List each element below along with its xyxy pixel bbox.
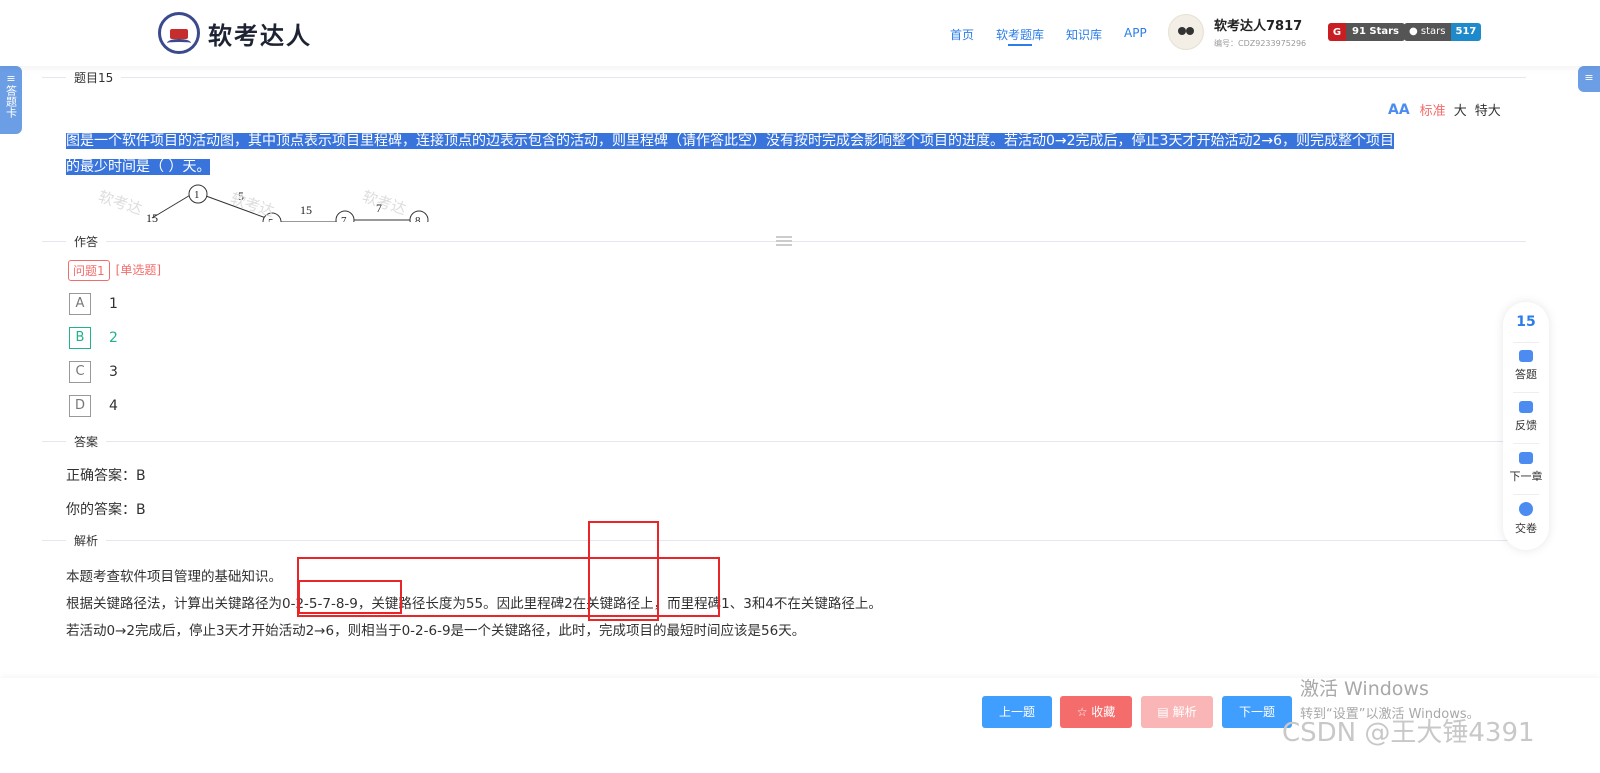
nav-knowledge[interactable]: 知识库 [1066, 26, 1102, 43]
drag-handle[interactable] [776, 236, 792, 246]
submit-label: 交卷 [1515, 522, 1537, 535]
question-line-1: 图是一个软件项目的活动图，其中顶点表示项目里程碑，连接顶点的边表示包含的活动，则… [66, 133, 1394, 149]
answer-card-label: 答题卡 [4, 85, 18, 118]
user-name: 软考达人7817 [1214, 19, 1303, 34]
diagram-edge-label: 15 [300, 203, 312, 217]
avatar [1168, 14, 1204, 50]
divider [42, 441, 1526, 442]
answer-label: 答题 [1515, 368, 1537, 381]
logo[interactable]: 软考达人 [158, 12, 312, 54]
your-answer: 你的答案：B [66, 502, 146, 518]
question-line-2: 的最少时间是（ ）天。 [66, 159, 211, 175]
logo-text: 软考达人 [208, 21, 312, 50]
gitee-stars-badge[interactable]: G 91 Stars [1328, 23, 1406, 41]
main-nav: 首页 软考题库 知识库 APP [950, 26, 1169, 46]
option-text: 4 [109, 398, 118, 414]
option-c[interactable]: C 3 [69, 361, 118, 383]
right-menu-tab[interactable]: ≡ [1578, 66, 1600, 92]
analysis-line-3: 若活动0→2完成后，停止3天才开始活动2→6，则相当于0-2-6-9是一个关键路… [66, 623, 806, 639]
option-d[interactable]: D 4 [69, 395, 118, 417]
menu-icon: ≡ [1584, 71, 1594, 84]
github-stars-badge[interactable]: ● stars 517 [1404, 23, 1482, 41]
font-xlarge-option[interactable]: 特大 [1475, 100, 1501, 119]
current-question-number: 15 [1516, 314, 1536, 330]
option-a[interactable]: A 1 [69, 293, 118, 315]
prev-question-button[interactable]: 上一题 [982, 696, 1052, 728]
font-standard-option[interactable]: 标准 [1420, 100, 1446, 119]
github-stars-count: 517 [1450, 23, 1482, 41]
diagram-node-label: 7 [341, 215, 347, 222]
answer-card-tab[interactable]: ≡ 答题卡 [0, 66, 22, 134]
question-type-label: [单选题] [115, 263, 162, 277]
activation-title: 激活 Windows [1300, 678, 1429, 700]
header: 软考达人 首页 软考题库 知识库 APP 软考达人7817 编号：CDZ9233… [0, 0, 1600, 66]
answer-button[interactable]: 答题 [1503, 350, 1549, 382]
user-profile[interactable]: 软考达人7817 编号：CDZ9233975296 [1168, 14, 1306, 50]
answer-area-title: 作答 [66, 233, 107, 250]
answer-icon [1519, 350, 1533, 362]
divider [42, 540, 1526, 541]
floating-toolbar: 15 答题 反馈 下一章 交卷 [1503, 302, 1549, 550]
user-id: 编号：CDZ9233975296 [1214, 39, 1307, 48]
option-text: 3 [109, 364, 118, 380]
option-letter: D [69, 395, 91, 417]
correct-answer: 正确答案：B [66, 468, 146, 484]
nav-home[interactable]: 首页 [950, 26, 974, 43]
submit-icon [1519, 502, 1533, 516]
option-letter: C [69, 361, 91, 383]
option-letter: A [69, 293, 91, 315]
question-number-badge: 问题1 [68, 260, 110, 281]
csdn-watermark: CSDN @王大锤4391 [1282, 718, 1535, 748]
next-chapter-button[interactable]: 下一章 [1503, 452, 1549, 484]
option-letter: B [69, 327, 91, 349]
annotation-box [588, 521, 659, 621]
submit-button[interactable]: 交卷 [1503, 502, 1549, 536]
analysis-button[interactable]: ▤ 解析 [1141, 696, 1213, 728]
page: 软考达人 首页 软考题库 知识库 APP 软考达人7817 编号：CDZ9233… [0, 0, 1600, 773]
feedback-icon [1519, 401, 1533, 413]
gitee-icon: G [1328, 23, 1346, 41]
font-size-icon: AA [1388, 101, 1410, 118]
nav-question-bank[interactable]: 软考题库 [996, 26, 1044, 46]
answer-section-title: 答案 [66, 433, 107, 450]
feedback-label: 反馈 [1515, 419, 1537, 432]
next-chapter-icon [1519, 452, 1533, 464]
question-section-title: 题目15 [66, 69, 122, 86]
gitee-stars-text: 91 Stars [1346, 23, 1406, 41]
font-large-option[interactable]: 大 [1454, 100, 1467, 119]
feedback-button[interactable]: 反馈 [1503, 401, 1549, 433]
divider [42, 77, 1526, 78]
diagram-node-label: 1 [194, 189, 200, 201]
diagram-node-label: 8 [415, 215, 421, 222]
menu-icon: ≡ [6, 72, 16, 85]
diagram-edge-label: 15 [146, 211, 158, 222]
analysis-section-title: 解析 [66, 532, 107, 549]
question-text: 图是一个软件项目的活动图，其中顶点表示项目里程碑，连接顶点的边表示包含的活动，则… [66, 128, 1494, 180]
logo-icon [158, 12, 200, 54]
github-icon: ● [1409, 26, 1421, 37]
question-tag: 问题1 [单选题] [68, 260, 161, 281]
option-b[interactable]: B 2 [69, 327, 118, 349]
option-text: 1 [109, 296, 118, 312]
annotation-box [298, 580, 402, 614]
favorite-button[interactable]: ☆ 收藏 [1060, 696, 1132, 728]
nav-app[interactable]: APP [1124, 26, 1147, 43]
option-text: 2 [109, 330, 118, 346]
next-chapter-label: 下一章 [1509, 470, 1543, 483]
github-stars-label: stars [1420, 26, 1446, 37]
activity-diagram: 1 5 7 8 5 15 7 15 软考达 软考达 软考达 软考达 [66, 182, 486, 222]
font-size-control: AA 标准 大 特大 [1388, 100, 1509, 120]
